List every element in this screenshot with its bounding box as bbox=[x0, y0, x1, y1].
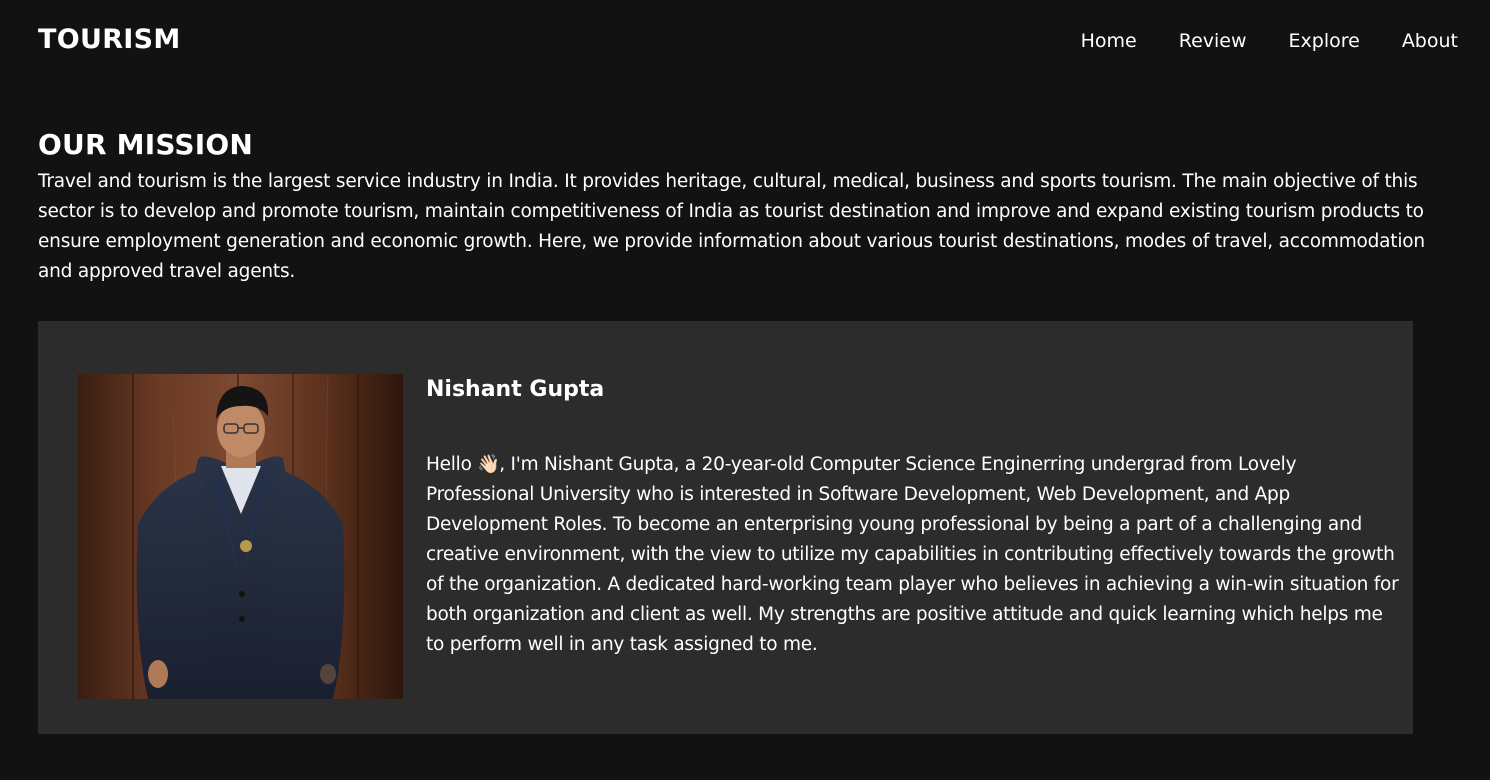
brand-logo[interactable]: TOURISM bbox=[38, 24, 181, 55]
navbar: TOURISM Home Review Explore About bbox=[0, 0, 1490, 84]
nav-link-home[interactable]: Home bbox=[1081, 30, 1137, 52]
nav-link-about[interactable]: About bbox=[1402, 30, 1458, 52]
profile-card: Nishant Gupta Hello 👋🏻, I'm Nishant Gupt… bbox=[38, 321, 1413, 734]
nav-link-review[interactable]: Review bbox=[1179, 30, 1247, 52]
profile-bio: Hello 👋🏻, I'm Nishant Gupta, a 20-year-o… bbox=[426, 450, 1406, 660]
bio-text: , I'm Nishant Gupta, a 20-year-old Compu… bbox=[426, 454, 1399, 655]
nav-links: Home Review Explore About bbox=[1081, 30, 1458, 52]
waving-hand-icon: 👋🏻 bbox=[477, 454, 501, 475]
mission-text: Travel and tourism is the largest servic… bbox=[38, 171, 1425, 282]
profile-photo bbox=[78, 374, 403, 699]
bio-greeting: Hello bbox=[426, 454, 478, 475]
nav-link-explore[interactable]: Explore bbox=[1289, 30, 1360, 52]
profile-name: Nishant Gupta bbox=[426, 377, 605, 402]
mission-section: OUR MISSION Travel and tourism is the la… bbox=[38, 128, 1453, 287]
mission-title: OUR MISSION bbox=[38, 128, 254, 161]
